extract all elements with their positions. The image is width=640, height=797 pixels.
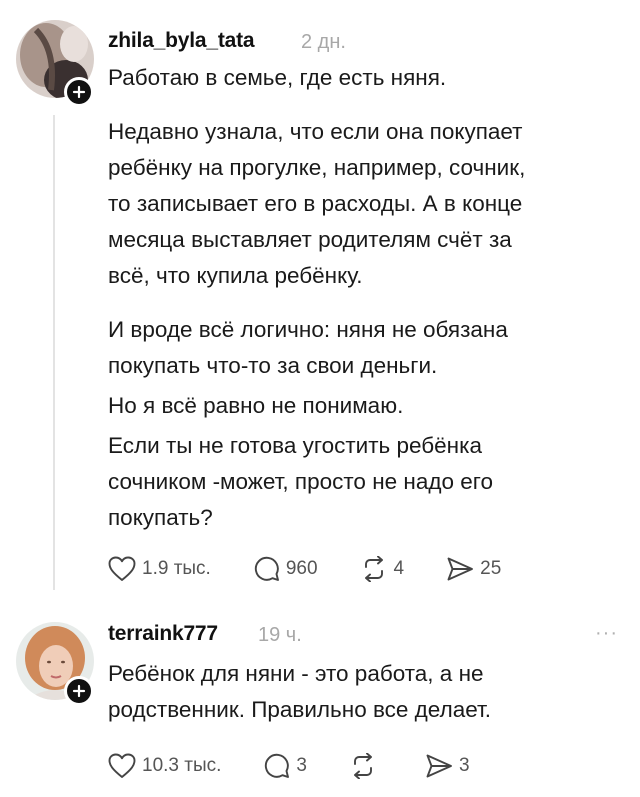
post-text-line: покупать? bbox=[108, 505, 213, 530]
post-text-line: то записывает его в расходы. А в конце bbox=[108, 191, 523, 216]
reply-button[interactable]: 960 bbox=[253, 555, 318, 582]
post-text-line: родственник. Правильно все делает. bbox=[108, 697, 492, 722]
post-text-line: Но я всё равно не понимаю. bbox=[108, 393, 404, 418]
more-options-button[interactable]: ··· bbox=[595, 622, 618, 645]
follow-button[interactable] bbox=[64, 77, 94, 107]
repost-icon bbox=[364, 555, 383, 582]
like-count: 1.9 тыс. bbox=[142, 557, 211, 579]
post-text-line: И вроде всё логично: няня не обязана bbox=[108, 317, 508, 342]
share-button[interactable]: 3 bbox=[425, 753, 470, 779]
share-icon bbox=[426, 754, 452, 777]
post-text-line: Ребёнок для няни - это работа, а не bbox=[108, 661, 484, 686]
share-button[interactable]: 25 bbox=[446, 556, 501, 582]
like-button[interactable]: 1.9 тыс. bbox=[108, 556, 211, 582]
post-text-line: Недавно узнала, что если она покупает bbox=[108, 119, 523, 144]
action-bar: 1.9 тыс. 960 4 25 bbox=[108, 555, 543, 582]
repost-button[interactable] bbox=[349, 752, 383, 779]
heart-icon bbox=[108, 556, 136, 581]
heart-icon bbox=[108, 753, 136, 778]
post-text-line: Если ты не готова угостить ребёнка bbox=[108, 433, 482, 458]
share-count: 25 bbox=[480, 557, 502, 579]
plus-icon bbox=[72, 85, 86, 99]
like-count: 10.3 тыс. bbox=[142, 754, 222, 776]
post-text-line: покупать что-то за свои деньги. bbox=[108, 353, 438, 378]
post-text-line: месяца выставляет родителям счёт за bbox=[108, 227, 512, 252]
timestamp: 19 ч. bbox=[258, 624, 302, 646]
follow-button[interactable] bbox=[64, 676, 94, 706]
reply-count: 960 bbox=[285, 557, 318, 579]
thread-line bbox=[53, 115, 55, 590]
username[interactable]: zhila_byla_tata bbox=[108, 29, 255, 53]
post-text-line: ребёнку на прогулке, например, сочник, bbox=[108, 155, 526, 180]
post-text-line: всё, что купила ребёнку. bbox=[108, 263, 363, 288]
repost-count: 4 bbox=[393, 557, 405, 579]
plus-icon bbox=[72, 684, 86, 698]
post-text-line: Работаю в семье, где есть няня. bbox=[108, 65, 447, 90]
reply-button[interactable]: 3 bbox=[263, 752, 307, 779]
reply-count: 3 bbox=[296, 754, 307, 776]
comment-icon bbox=[265, 753, 290, 778]
share-count: 3 bbox=[458, 754, 470, 776]
share-icon bbox=[447, 557, 474, 580]
like-button[interactable]: 10.3 тыс. bbox=[108, 753, 221, 779]
comment-icon bbox=[254, 556, 279, 581]
action-bar: 10.3 тыс. 3 3 bbox=[108, 752, 512, 779]
timestamp: 2 дн. bbox=[301, 31, 346, 53]
post-text-line: сочником -может, просто не надо его bbox=[108, 469, 493, 494]
username[interactable]: terraink777 bbox=[108, 622, 218, 646]
repost-button[interactable]: 4 bbox=[360, 555, 405, 582]
repost-icon bbox=[354, 752, 372, 779]
